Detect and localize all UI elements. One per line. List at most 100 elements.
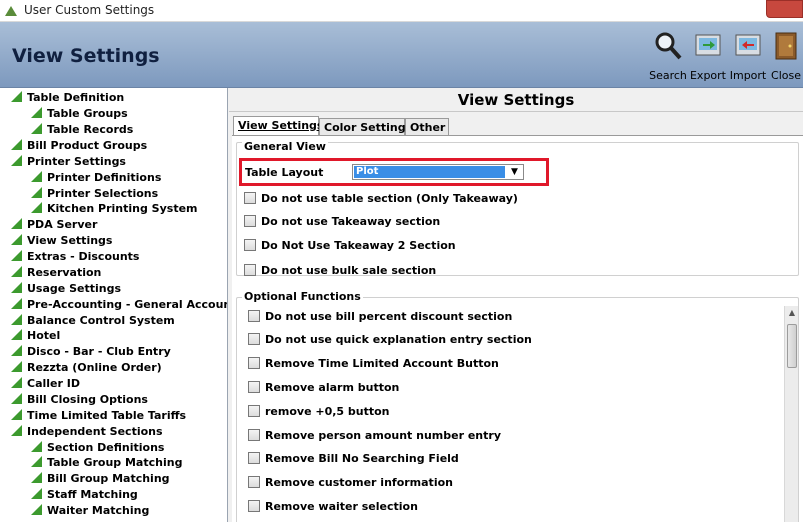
optional-functions-scrollbar[interactable]: ▲ xyxy=(784,306,798,522)
window-title: User Custom Settings xyxy=(24,3,155,17)
checkbox[interactable] xyxy=(248,405,260,417)
checkbox[interactable] xyxy=(244,192,256,204)
option-no-bulk-sale-section[interactable]: Do not use bulk sale section xyxy=(244,264,436,280)
tree-node-icon xyxy=(31,187,42,198)
dropdown-arrow-icon: ▼ xyxy=(511,167,518,177)
scroll-up-icon[interactable]: ▲ xyxy=(785,306,799,320)
checkbox[interactable] xyxy=(248,357,260,369)
tree-node-icon xyxy=(11,282,22,293)
option-no-table-section[interactable]: Do not use table section (Only Takeaway) xyxy=(244,192,518,208)
tree-item-table-definition[interactable]: Table Definition xyxy=(10,90,124,106)
tree-item-staff-matching[interactable]: Staff Matching xyxy=(30,487,138,503)
tree-node-icon xyxy=(31,171,42,182)
tree-item-extras-discounts[interactable]: Extras - Discounts xyxy=(10,249,139,265)
checkbox[interactable] xyxy=(244,264,256,276)
tree-node-icon xyxy=(11,155,22,166)
tree-node-icon xyxy=(31,202,42,213)
option-remove-half-button[interactable]: remove +0,5 button xyxy=(248,405,390,421)
tree-node-icon xyxy=(31,504,42,515)
checkbox[interactable] xyxy=(248,476,260,488)
tree-item-table-group-matching[interactable]: Table Group Matching xyxy=(30,455,182,471)
option-no-bill-percent-discount[interactable]: Do not use bill percent discount section xyxy=(248,310,512,326)
option-no-takeaway-2-section[interactable]: Do Not Use Takeaway 2 Section xyxy=(244,239,456,255)
main-panel: View Settings View Settings Color Settin… xyxy=(229,88,803,522)
tab-view-settings[interactable]: View Settings xyxy=(233,116,323,136)
table-layout-value: Plot xyxy=(354,166,505,178)
tree-item-rezzta-online-order[interactable]: Rezzta (Online Order) xyxy=(10,360,162,376)
settings-tree: Table Definition Table Groups Table Reco… xyxy=(0,88,228,522)
tree-node-icon xyxy=(11,361,22,372)
import-button[interactable]: Import xyxy=(728,28,768,84)
option-no-takeaway-section[interactable]: Do not use Takeaway section xyxy=(244,215,440,231)
tree-node-icon xyxy=(31,472,42,483)
tree-item-disco-bar-club-entry[interactable]: Disco - Bar - Club Entry xyxy=(10,344,171,360)
checkbox[interactable] xyxy=(244,215,256,227)
close-button-label: Close xyxy=(771,69,801,82)
checkbox[interactable] xyxy=(248,333,260,345)
search-button[interactable]: Search xyxy=(648,28,688,84)
tree-item-table-groups[interactable]: Table Groups xyxy=(30,106,128,122)
tree-node-icon xyxy=(11,377,22,388)
tree-node-icon xyxy=(11,266,22,277)
import-button-label: Import xyxy=(729,69,767,82)
tree-item-bill-group-matching[interactable]: Bill Group Matching xyxy=(30,471,170,487)
tree-item-reservation[interactable]: Reservation xyxy=(10,265,101,281)
app-icon xyxy=(5,6,17,16)
tree-item-balance-control-system[interactable]: Balance Control System xyxy=(10,313,175,329)
tree-item-section-definitions[interactable]: Section Definitions xyxy=(30,440,164,456)
checkbox[interactable] xyxy=(248,381,260,393)
tree-item-pda-server[interactable]: PDA Server xyxy=(10,217,97,233)
optional-functions-label: Optional Functions xyxy=(242,290,363,303)
export-icon xyxy=(695,34,721,56)
tree-item-kitchen-printing-system[interactable]: Kitchen Printing System xyxy=(30,201,198,217)
tree-item-hotel[interactable]: Hotel xyxy=(10,328,60,344)
scroll-thumb[interactable] xyxy=(787,324,797,368)
tab-other[interactable]: Other xyxy=(405,118,449,136)
tree-node-icon xyxy=(31,123,42,134)
export-button[interactable]: Export xyxy=(688,28,728,84)
tree-item-bill-closing-options[interactable]: Bill Closing Options xyxy=(10,392,148,408)
option-remove-person-amount[interactable]: Remove person amount number entry xyxy=(248,429,501,445)
tree-node-icon xyxy=(11,425,22,436)
close-button[interactable]: Close xyxy=(768,28,803,84)
tree-item-table-records[interactable]: Table Records xyxy=(30,122,133,138)
tree-item-printer-selections[interactable]: Printer Selections xyxy=(30,186,158,202)
tree-item-time-limited-table-tariffs[interactable]: Time Limited Table Tariffs xyxy=(10,408,186,424)
tree-node-icon xyxy=(31,456,42,467)
checkbox[interactable] xyxy=(248,500,260,512)
close-door-icon xyxy=(775,32,797,60)
tree-item-bill-product-groups[interactable]: Bill Product Groups xyxy=(10,138,147,154)
tree-item-view-settings[interactable]: View Settings xyxy=(10,233,112,249)
tree-item-printer-definitions[interactable]: Printer Definitions xyxy=(30,170,161,186)
import-icon xyxy=(735,34,761,56)
table-layout-select[interactable]: Plot ▼ xyxy=(352,164,524,180)
option-remove-customer-info[interactable]: Remove customer information xyxy=(248,476,453,492)
tree-item-usage-settings[interactable]: Usage Settings xyxy=(10,281,121,297)
checkbox[interactable] xyxy=(244,239,256,251)
option-remove-alarm-button[interactable]: Remove alarm button xyxy=(248,381,399,397)
option-remove-waiter-selection[interactable]: Remove waiter selection xyxy=(248,500,418,516)
main-title: View Settings xyxy=(229,88,803,112)
checkbox[interactable] xyxy=(248,310,260,322)
tree-node-icon xyxy=(31,107,42,118)
tree-item-waiter-matching[interactable]: Waiter Matching xyxy=(30,503,149,519)
tree-item-independent-sections[interactable]: Independent Sections xyxy=(10,424,163,440)
checkbox[interactable] xyxy=(248,452,260,464)
header: View Settings Search Export Import Close xyxy=(0,22,803,88)
table-layout-label: Table Layout xyxy=(245,166,324,179)
option-remove-bill-no-search[interactable]: Remove Bill No Searching Field xyxy=(248,452,459,468)
tree-node-icon xyxy=(11,234,22,245)
tree-node-icon xyxy=(11,250,22,261)
tree-item-pre-accounting[interactable]: Pre-Accounting - General Accounting xyxy=(10,297,227,313)
option-no-quick-explanation-entry[interactable]: Do not use quick explanation entry secti… xyxy=(248,333,532,349)
option-remove-time-limited-account[interactable]: Remove Time Limited Account Button xyxy=(248,357,499,373)
tab-color-settings[interactable]: Color Settings xyxy=(319,118,412,136)
tree-item-caller-id[interactable]: Caller ID xyxy=(10,376,80,392)
checkbox[interactable] xyxy=(248,429,260,441)
tree-node-icon xyxy=(31,488,42,499)
tree-item-printer-settings[interactable]: Printer Settings xyxy=(10,154,126,170)
title-bar: User Custom Settings xyxy=(0,0,803,22)
window-close-button[interactable] xyxy=(766,0,803,18)
search-icon xyxy=(655,32,682,60)
search-button-label: Search xyxy=(649,69,687,82)
